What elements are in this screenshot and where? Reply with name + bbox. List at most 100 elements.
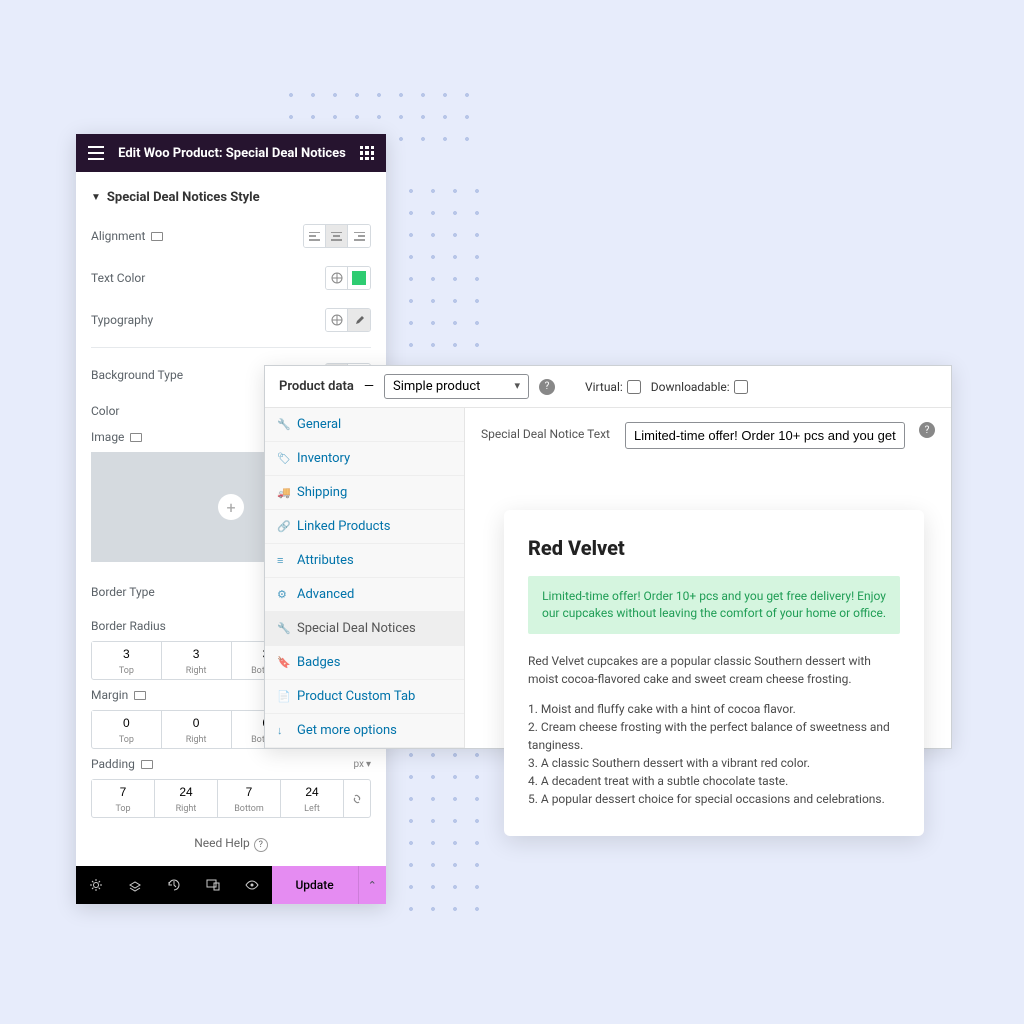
padding-right[interactable] (155, 780, 217, 804)
settings-button[interactable] (76, 866, 115, 904)
desktop-icon[interactable] (141, 760, 153, 769)
chevron-down-icon: ▾ (366, 759, 371, 770)
control-text-color: Text Color (91, 257, 371, 299)
margin-right[interactable] (162, 711, 231, 735)
border-radius-top[interactable] (92, 642, 161, 666)
tab-label: Advanced (297, 587, 354, 602)
downloadable-checkbox-label: Downloadable: (651, 380, 748, 394)
notice-text-input[interactable] (625, 422, 905, 449)
update-options-button[interactable]: ⌃ (358, 866, 386, 904)
virtual-checkbox[interactable] (627, 380, 641, 394)
plus-icon: + (218, 494, 244, 520)
desktop-icon[interactable] (151, 232, 163, 241)
align-left-button[interactable] (304, 225, 326, 247)
product-type-select[interactable]: Simple product (384, 374, 529, 399)
tab-icon: 🔗 (277, 520, 289, 533)
tab-label: Get more options (297, 723, 397, 738)
panel-footer: Update ⌃ (76, 866, 386, 904)
need-help-row[interactable]: Need Help? (91, 818, 371, 862)
border-type-label: Border Type (91, 585, 155, 599)
padding-label: Padding (91, 757, 135, 771)
responsive-button[interactable] (193, 866, 232, 904)
tab-label: Special Deal Notices (297, 621, 416, 636)
help-icon[interactable]: ? (919, 422, 935, 438)
margin-top[interactable] (92, 711, 161, 735)
background-type-label: Background Type (91, 368, 183, 382)
section-title-text: Special Deal Notices Style (107, 190, 260, 205)
downloadable-checkbox[interactable] (734, 380, 748, 394)
alignment-buttons (303, 224, 371, 248)
product-data-title: Product data (279, 379, 354, 394)
align-right-button[interactable] (348, 225, 370, 247)
tab-label: Badges (297, 655, 340, 670)
product-tab-advanced[interactable]: ⚙Advanced (265, 578, 464, 612)
padding-label-row: Padding px ▾ (91, 749, 371, 775)
product-tab-attributes[interactable]: ≡Attributes (265, 544, 464, 578)
alignment-label: Alignment (91, 229, 145, 243)
align-center-button[interactable] (326, 225, 348, 247)
grid-icon[interactable] (360, 146, 374, 160)
global-color-button[interactable] (326, 267, 348, 289)
bullet-item: 3. A classic Southern dessert with a vib… (528, 754, 900, 772)
desktop-icon[interactable] (130, 433, 142, 442)
color-picker-button[interactable] (348, 267, 370, 289)
product-tab-inventory[interactable]: 🏷 Inventory (265, 442, 464, 476)
product-tab-special-deal-notices[interactable]: 🔧 Special Deal Notices (265, 612, 464, 646)
panel-title: Edit Woo Product: Special Deal Notices (104, 146, 360, 161)
control-alignment: Alignment (91, 215, 371, 257)
tab-label: Linked Products (297, 519, 390, 534)
tab-label: Shipping (297, 485, 347, 500)
product-bullets: 1. Moist and fluffy cake with a hint of … (528, 700, 900, 808)
product-tab-shipping[interactable]: 🚚Shipping (265, 476, 464, 510)
tab-icon: ↓ (277, 724, 289, 737)
product-description: Red Velvet cupcakes are a popular classi… (528, 652, 900, 688)
dash: — (364, 379, 374, 394)
color-swatch (352, 271, 366, 285)
help-icon[interactable]: ? (539, 379, 555, 395)
product-title: Red Velvet (528, 536, 900, 560)
navigator-button[interactable] (115, 866, 154, 904)
padding-inputs: Top Right Bottom Left (91, 779, 371, 818)
bullet-item: 1. Moist and fluffy cake with a hint of … (528, 700, 900, 718)
product-tab-product-custom-tab[interactable]: 📄 Product Custom Tab (265, 680, 464, 714)
desktop-icon[interactable] (134, 691, 146, 700)
global-typography-button[interactable] (326, 309, 348, 331)
history-button[interactable] (154, 866, 193, 904)
tab-label: Product Custom Tab (297, 689, 415, 704)
product-tab-linked-products[interactable]: 🔗 Linked Products (265, 510, 464, 544)
bullet-item: 4. A decadent treat with a subtle chocol… (528, 772, 900, 790)
tab-icon: 🔧 (277, 418, 289, 431)
product-tab-general[interactable]: 🔧General (265, 408, 464, 442)
caret-down-icon: ▼ (91, 192, 101, 203)
tab-icon: 🔖 (277, 656, 289, 669)
virtual-checkbox-label: Virtual: (585, 380, 641, 394)
divider (91, 347, 371, 348)
product-data-tabs: 🔧General 🏷 Inventory 🚚Shipping 🔗 Linked Produ… (265, 408, 465, 748)
tab-icon: 🔧 (277, 622, 289, 635)
padding-left[interactable] (281, 780, 343, 804)
tab-label: Attributes (297, 553, 354, 568)
product-preview-card: Red Velvet Limited-time offer! Order 10+… (504, 510, 924, 836)
hamburger-icon[interactable] (88, 146, 104, 160)
typography-edit-button[interactable] (348, 309, 370, 331)
tab-label: Inventory (297, 451, 350, 466)
link-values-button[interactable] (344, 780, 370, 817)
padding-top[interactable] (92, 780, 154, 804)
preview-button[interactable] (232, 866, 271, 904)
border-radius-right[interactable] (162, 642, 231, 666)
bullet-item: 5. A popular dessert choice for special … (528, 790, 900, 808)
typography-label: Typography (91, 313, 153, 327)
bullet-item: 2. Cream cheese frosting with the perfec… (528, 718, 900, 754)
deal-notice-banner: Limited-time offer! Order 10+ pcs and yo… (528, 576, 900, 634)
tab-icon: 🏷 (277, 452, 289, 465)
panel-header: Edit Woo Product: Special Deal Notices (76, 134, 386, 172)
text-color-label: Text Color (91, 271, 145, 285)
section-title[interactable]: ▼ Special Deal Notices Style (91, 184, 371, 215)
padding-bottom[interactable] (218, 780, 280, 804)
unit-select[interactable]: px ▾ (353, 759, 371, 770)
update-button[interactable]: Update (272, 866, 358, 904)
product-tab-get-more-options[interactable]: ↓ Get more options (265, 714, 464, 748)
product-tab-badges[interactable]: 🔖 Badges (265, 646, 464, 680)
chevron-up-icon: ⌃ (368, 879, 377, 892)
tab-icon: 📄 (277, 690, 289, 703)
